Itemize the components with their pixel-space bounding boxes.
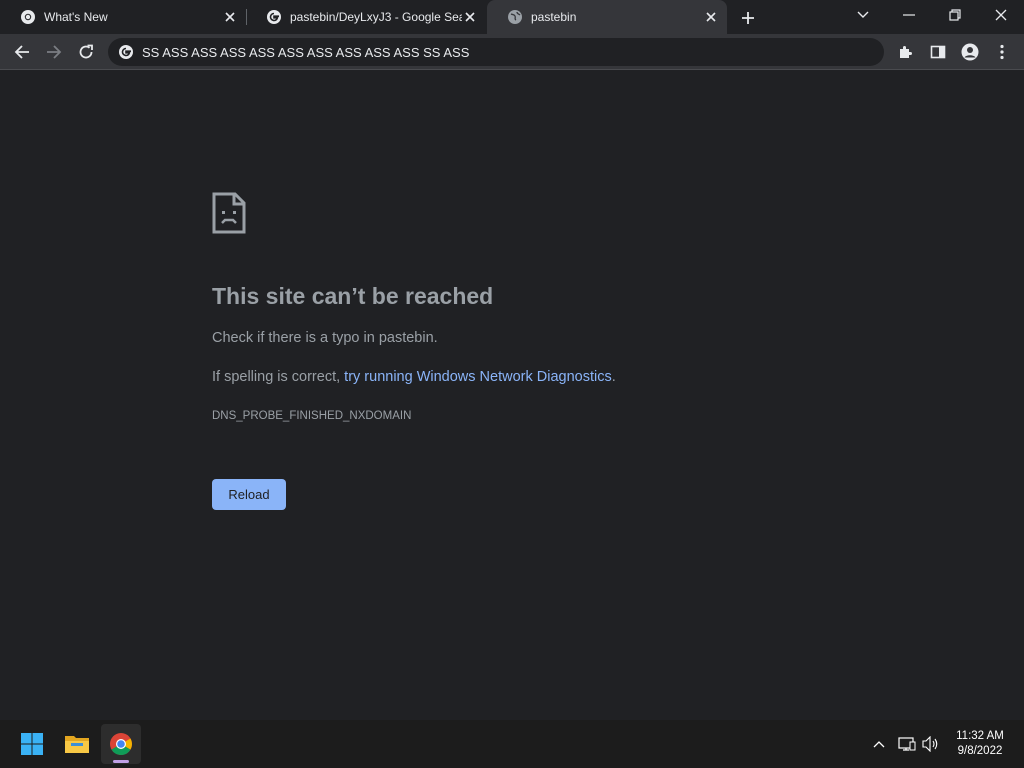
screen: What's New pastebin/DeyLxyJ3 - Google Se… xyxy=(0,0,1024,768)
network-icon xyxy=(898,737,916,751)
restore-icon xyxy=(949,9,961,21)
error-headline: This site can’t be reached xyxy=(212,283,494,309)
clock-time: 11:32 AM xyxy=(956,730,1004,742)
profile-button[interactable] xyxy=(958,40,982,64)
speaker-icon xyxy=(922,736,938,752)
volume-button[interactable] xyxy=(921,734,941,754)
tab-search-button[interactable] xyxy=(849,3,877,27)
side-panel-button[interactable] xyxy=(926,40,950,64)
plus-icon xyxy=(742,12,754,24)
close-window-button[interactable] xyxy=(987,3,1015,27)
new-tab-button[interactable] xyxy=(737,7,759,29)
arrow-left-icon xyxy=(14,45,29,59)
refresh-icon xyxy=(79,44,93,59)
tab-title: pastebin/DeyLxyJ3 - Google Search xyxy=(290,10,462,24)
active-app-indicator xyxy=(113,760,129,763)
network-button[interactable] xyxy=(897,734,917,754)
tab-pastebin[interactable]: pastebin xyxy=(487,0,727,34)
person-icon xyxy=(961,43,979,61)
tab-close-icon[interactable] xyxy=(462,9,478,25)
typo-suggestion: Check if there is a typo in pastebin. xyxy=(212,330,438,346)
diagnostics-link[interactable]: try running Windows Network Diagnostics xyxy=(344,369,612,385)
tab-title: What's New xyxy=(44,10,108,24)
diagnostics-suggestion: If spelling is correct, try running Wind… xyxy=(212,369,616,385)
browser-toolbar: SS ASS ASS ASS ASS ASS ASS ASS ASS ASS S… xyxy=(0,34,1024,70)
tab-close-icon[interactable] xyxy=(703,9,719,25)
error-code: DNS_PROBE_FINISHED_NXDOMAIN xyxy=(212,410,412,422)
folder-icon xyxy=(65,736,89,753)
chevron-down-icon xyxy=(857,11,869,18)
tab-close-icon[interactable] xyxy=(222,9,238,25)
globe-icon xyxy=(508,10,522,24)
tab-title: pastebin xyxy=(531,10,577,24)
close-icon xyxy=(995,9,1007,21)
system-clock[interactable]: 11:32 AM 9/8/2022 xyxy=(944,729,1016,759)
chrome-icon xyxy=(21,10,35,24)
show-hidden-icons-button[interactable] xyxy=(869,734,889,754)
start-button[interactable] xyxy=(12,724,52,764)
taskbar: 11:32 AM 9/8/2022 xyxy=(0,720,1024,768)
restore-button[interactable] xyxy=(941,3,969,27)
page-content: This site can’t be reached Check if ther… xyxy=(0,71,1024,720)
reload-toolbar-button[interactable] xyxy=(74,40,98,64)
google-icon xyxy=(267,10,281,24)
puzzle-icon xyxy=(900,46,912,58)
tab-strip: What's New pastebin/DeyLxyJ3 - Google Se… xyxy=(0,0,1024,34)
back-button[interactable] xyxy=(10,40,34,64)
sad-page-icon xyxy=(212,192,246,234)
diagnostics-suffix: . xyxy=(611,369,616,385)
forward-button[interactable] xyxy=(42,40,66,64)
minimize-button[interactable] xyxy=(895,3,923,27)
menu-button[interactable] xyxy=(990,40,1014,64)
tab-google-search[interactable]: pastebin/DeyLxyJ3 - Google Search xyxy=(246,0,486,34)
file-explorer-button[interactable] xyxy=(57,724,97,764)
minimize-icon xyxy=(903,14,915,16)
diagnostics-prefix: If spelling is correct, xyxy=(212,369,345,385)
address-bar-text: SS ASS ASS ASS ASS ASS ASS ASS ASS ASS S… xyxy=(142,44,470,60)
reload-button[interactable]: Reload xyxy=(212,479,286,510)
chrome-taskbar-button[interactable] xyxy=(101,724,141,764)
chrome-icon xyxy=(110,733,132,755)
address-bar[interactable]: SS ASS ASS ASS ASS ASS ASS ASS ASS ASS S… xyxy=(108,38,884,66)
more-vertical-icon xyxy=(1000,44,1004,60)
clock-date: 9/8/2022 xyxy=(957,745,1003,757)
windows-icon xyxy=(21,733,43,755)
side-panel-icon xyxy=(930,45,946,59)
tab-whats-new[interactable]: What's New xyxy=(0,0,246,34)
arrow-right-icon xyxy=(47,45,62,59)
google-icon xyxy=(119,45,133,59)
extensions-button[interactable] xyxy=(894,40,918,64)
chevron-up-icon xyxy=(873,741,885,748)
